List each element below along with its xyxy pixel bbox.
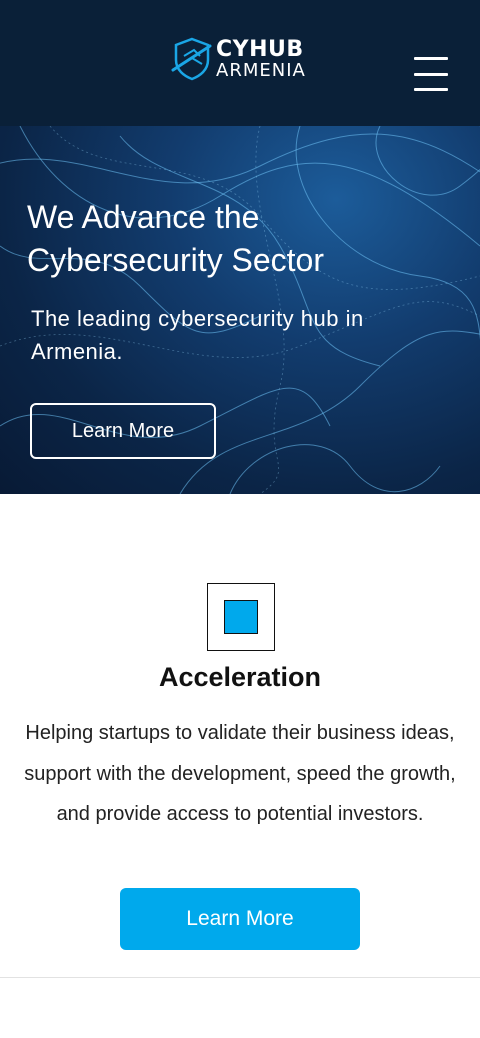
site-header: CYHUB ARMENIA xyxy=(0,0,480,126)
menu-bar xyxy=(414,72,448,76)
hero-banner: We Advance the Cybersecurity Sector The … xyxy=(0,126,480,494)
section-divider xyxy=(0,977,480,978)
logo-text-cyhub: CYHUB xyxy=(216,36,304,62)
square-icon xyxy=(207,583,275,651)
menu-bar xyxy=(414,88,448,91)
cyhub-shield-icon xyxy=(171,37,212,81)
hero-title: We Advance the Cybersecurity Sector xyxy=(27,199,324,278)
square-icon-fill xyxy=(224,600,258,634)
hero-learn-more-button[interactable]: Learn More xyxy=(30,403,216,459)
feature-description: Helping startups to validate their busin… xyxy=(24,722,456,825)
hero-subtitle: The leading cybersecurity hub in Armenia… xyxy=(31,306,364,364)
acceleration-learn-more-button[interactable]: Learn More xyxy=(120,888,360,950)
menu-bar xyxy=(414,57,448,60)
hamburger-menu-icon[interactable] xyxy=(414,57,450,91)
cyhub-armenia-logo[interactable]: CYHUB ARMENIA xyxy=(170,34,315,84)
logo-text-armenia: ARMENIA xyxy=(216,59,306,81)
feature-title: Acceleration xyxy=(158,662,322,692)
